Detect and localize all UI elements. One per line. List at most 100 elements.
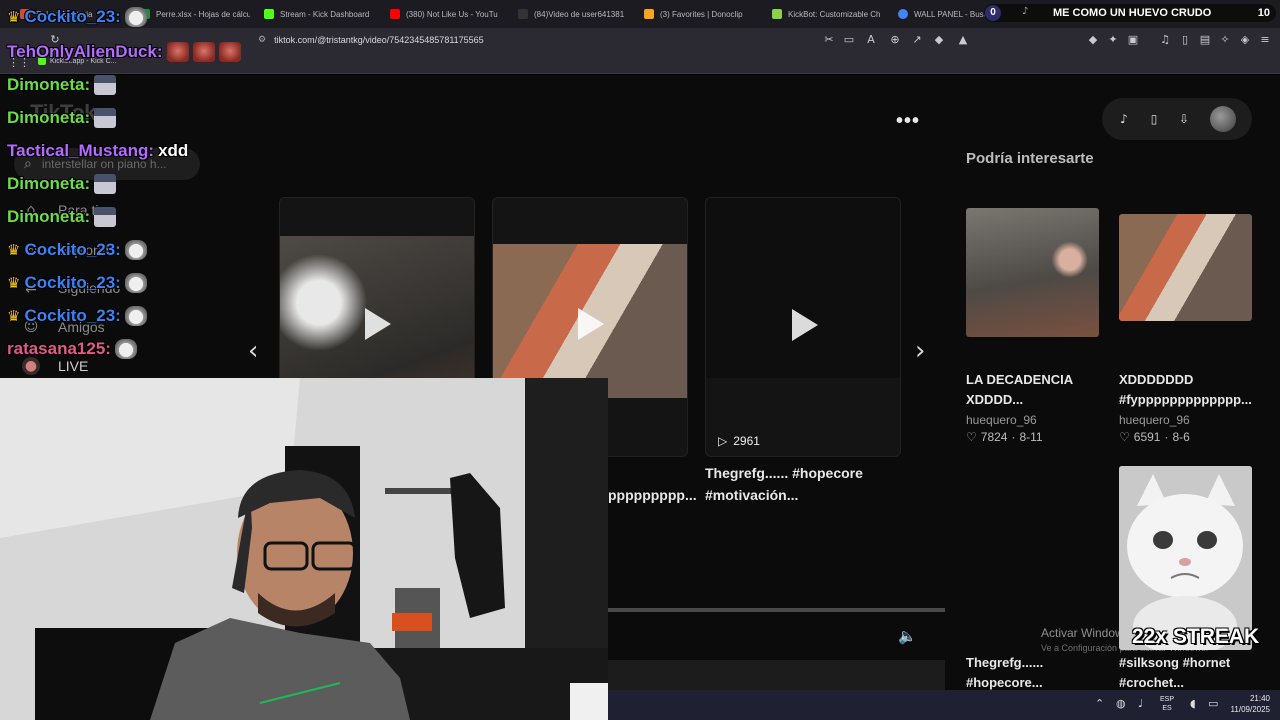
- chat-message: ♛ Cockito_23:: [7, 306, 147, 326]
- recommended-title[interactable]: #fyppppppppppppp...: [1119, 389, 1252, 410]
- video-thumbnail: [706, 198, 900, 378]
- language-indicator[interactable]: ESP ES: [1160, 695, 1174, 713]
- extension-icon[interactable]: ✦: [1106, 33, 1120, 47]
- site-settings-icon[interactable]: ⚙: [258, 35, 266, 45]
- video-progress-bar[interactable]: [608, 608, 945, 612]
- chat-message: ♛ Cockito_23:: [7, 7, 147, 27]
- wallet-icon[interactable]: ▤: [1198, 33, 1212, 47]
- reader-view-icon[interactable]: ✂: [822, 33, 836, 47]
- crying-cat-drawing: [1119, 466, 1252, 650]
- screenshot-icon[interactable]: ▭: [842, 33, 856, 47]
- tab-favicon-icon: [390, 9, 400, 19]
- stream-counter-banner: 0 ♪ ME COMO UN HUEVO CRUDO 10: [984, 4, 1276, 22]
- cat-emote-icon: [124, 273, 147, 293]
- recommended-title[interactable]: Thegrefg......: [966, 652, 1043, 673]
- tab-favicon-icon: [772, 9, 782, 19]
- face-emote-icon: [218, 42, 241, 62]
- translate-icon[interactable]: A: [864, 33, 878, 47]
- recommended-title[interactable]: #silksong #hornet: [1119, 652, 1230, 673]
- share-icon[interactable]: ↗: [910, 33, 924, 47]
- taskbar-clock[interactable]: 21:40 11/09/2025: [1226, 693, 1270, 715]
- chat-message: Tactical_Mustang: xdd: [7, 141, 189, 160]
- chevron-right-icon[interactable]: ›: [915, 336, 925, 366]
- tab-favicon-icon: [264, 9, 274, 19]
- extension-icon[interactable]: ◆: [1086, 33, 1100, 47]
- webcam-image: [0, 378, 608, 720]
- man-emote-icon: [94, 75, 117, 95]
- face-emote-icon: [166, 42, 189, 62]
- play-icon[interactable]: [365, 308, 391, 340]
- chat-message: ♛ Cockito_23:: [7, 240, 147, 260]
- play-icon[interactable]: [578, 308, 604, 340]
- browser-tab[interactable]: Stream - Kick Dashboard: [264, 4, 384, 24]
- recommended-thumbnail[interactable]: [1119, 214, 1252, 321]
- media-icon[interactable]: ♫: [1158, 33, 1172, 47]
- face-emote-icon: [192, 42, 215, 62]
- video-caption[interactable]: #motivación...: [705, 485, 798, 506]
- chevron-up-icon[interactable]: ⌃: [1095, 697, 1104, 710]
- recommended-thumbnail[interactable]: [966, 208, 1099, 337]
- tab-favicon-icon: [644, 9, 654, 19]
- tiktok-icon[interactable]: ♪: [1116, 111, 1132, 127]
- crown-icon: ♛: [7, 274, 21, 292]
- recommended-user[interactable]: huequero_96: [966, 413, 1037, 427]
- video-card[interactable]: ▷ 2961: [705, 197, 901, 457]
- mobile-icon[interactable]: ▯: [1146, 111, 1162, 127]
- network-icon[interactable]: ◍: [1116, 697, 1126, 710]
- cat-emote-icon: [114, 339, 137, 359]
- chevron-left-icon[interactable]: ‹: [248, 336, 258, 366]
- volume-icon[interactable]: 🔈: [898, 627, 917, 645]
- heart-icon: ♡: [966, 430, 977, 444]
- menu-icon[interactable]: ≡: [1258, 33, 1272, 47]
- recommended-title[interactable]: XDDDDDDD: [1119, 369, 1193, 390]
- recommended-user[interactable]: huequero_96: [1119, 413, 1190, 427]
- more-options-icon[interactable]: •••: [896, 110, 920, 133]
- sidebar-item-live[interactable]: ● LIVE: [22, 357, 88, 375]
- play-count-icon: ▷: [718, 434, 728, 448]
- live-icon: ●: [22, 357, 40, 375]
- tab-favicon-icon: [898, 9, 908, 19]
- chat-message: Dimoneta:: [7, 207, 117, 227]
- chat-message: TehOnlyAlienDuck:: [7, 42, 241, 62]
- recommended-title[interactable]: LA DECADENCIA: [966, 369, 1073, 390]
- extension-icon[interactable]: ▣: [1126, 33, 1140, 47]
- recommended-title[interactable]: XDDDD...: [966, 389, 1023, 410]
- tab-favicon-icon: [518, 9, 528, 19]
- cat-emote-icon: [124, 7, 147, 27]
- view-count: ▷ 2961: [718, 434, 760, 448]
- browser-tab[interactable]: Perre.xlsx - Hojas de cálcu: [140, 4, 250, 24]
- video-caption[interactable]: ppppppppp...: [608, 485, 697, 506]
- cat-emote-icon: [124, 240, 147, 260]
- zoom-icon[interactable]: ⊕: [888, 33, 902, 47]
- browser-tab[interactable]: KickBot: Customizable Ch: [772, 4, 880, 24]
- download-icon[interactable]: ⇩: [1176, 111, 1192, 127]
- battery-icon[interactable]: ▭: [1208, 697, 1218, 710]
- leo-icon[interactable]: ✧: [1218, 33, 1232, 47]
- video-actions-pill: ♪ ▯ ⇩: [1102, 98, 1252, 140]
- counter-label: ME COMO UN HUEVO CRUDO: [1053, 7, 1212, 19]
- crown-icon: ♛: [7, 8, 21, 26]
- crying-cat-image: [1119, 466, 1252, 650]
- play-icon[interactable]: [792, 309, 818, 341]
- chat-message: Dimoneta:: [7, 174, 117, 194]
- chat-message: Dimoneta:: [7, 108, 117, 128]
- microphone-icon[interactable]: ♩: [1138, 697, 1143, 710]
- browser-tab[interactable]: (84)Video de user641381: [518, 4, 628, 24]
- url-text: tiktok.com/@tristantkg/video/75423454857…: [274, 35, 484, 45]
- browser-tab[interactable]: WALL PANEL - Busc: [898, 4, 988, 24]
- heart-icon: ♡: [1119, 430, 1130, 444]
- avatar[interactable]: [1210, 106, 1236, 132]
- counter-left: 0: [985, 5, 1001, 21]
- speaker-icon[interactable]: ◖: [1190, 697, 1196, 710]
- counter-right: 10: [1257, 7, 1270, 19]
- activate-windows-text: Activar Windows: [1041, 626, 1130, 640]
- rewards-icon[interactable]: ▲: [956, 33, 970, 47]
- vpn-icon[interactable]: ◈: [1238, 33, 1252, 47]
- recommended-heading: Podría interesarte: [966, 150, 1094, 167]
- video-caption[interactable]: Thegrefg...... #hopecore: [705, 463, 863, 484]
- browser-tab[interactable]: (380) Not Like Us - YouTu: [390, 4, 502, 24]
- browser-tab[interactable]: (3) Favorites | Donoclip: [644, 4, 754, 24]
- sidebar-icon[interactable]: ▯: [1178, 33, 1192, 47]
- webcam-overlay: [0, 378, 608, 720]
- brave-shield-icon[interactable]: ◆: [932, 33, 946, 47]
